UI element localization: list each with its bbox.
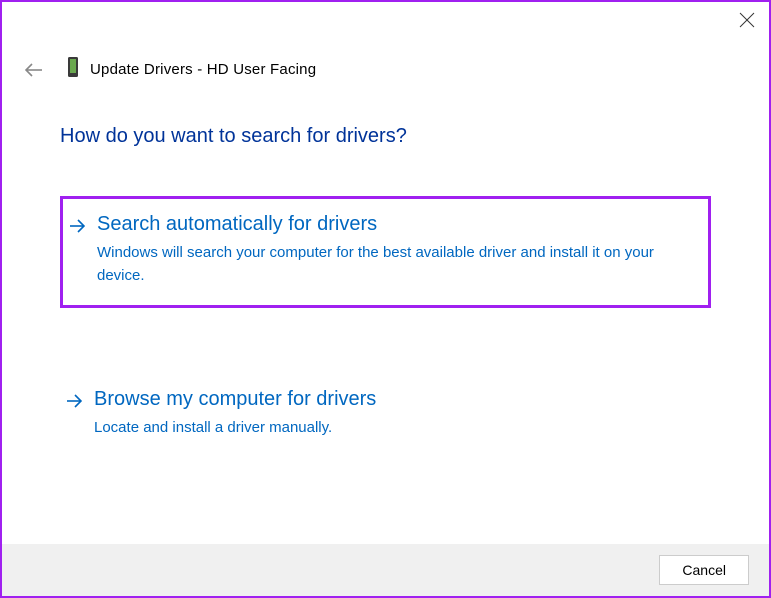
window-frame: Update Drivers - HD User Facing How do y… (0, 0, 771, 598)
option-search-automatically[interactable]: Search automatically for drivers Windows… (60, 196, 711, 308)
arrow-right-icon (69, 218, 85, 234)
options-list: Search automatically for drivers Windows… (60, 196, 711, 458)
option-description: Windows will search your computer for th… (97, 242, 657, 287)
titlebar (2, 2, 769, 42)
dialog-content: How do you want to search for drivers? S… (2, 83, 769, 458)
option-browse-computer[interactable]: Browse my computer for drivers Locate an… (60, 374, 711, 458)
option-description: Locate and install a driver manually. (94, 417, 654, 440)
arrow-right-icon (66, 393, 82, 409)
close-icon[interactable] (739, 12, 755, 33)
device-icon (46, 56, 80, 83)
cancel-button[interactable]: Cancel (659, 555, 749, 585)
dialog-footer: Cancel (2, 544, 769, 596)
prompt-text: How do you want to search for drivers? (60, 125, 711, 148)
option-title: Search automatically for drivers (97, 213, 377, 236)
window-title: Update Drivers - HD User Facing (90, 61, 316, 78)
back-button[interactable] (22, 58, 46, 82)
option-title: Browse my computer for drivers (94, 388, 376, 411)
header-row: Update Drivers - HD User Facing (2, 56, 769, 83)
